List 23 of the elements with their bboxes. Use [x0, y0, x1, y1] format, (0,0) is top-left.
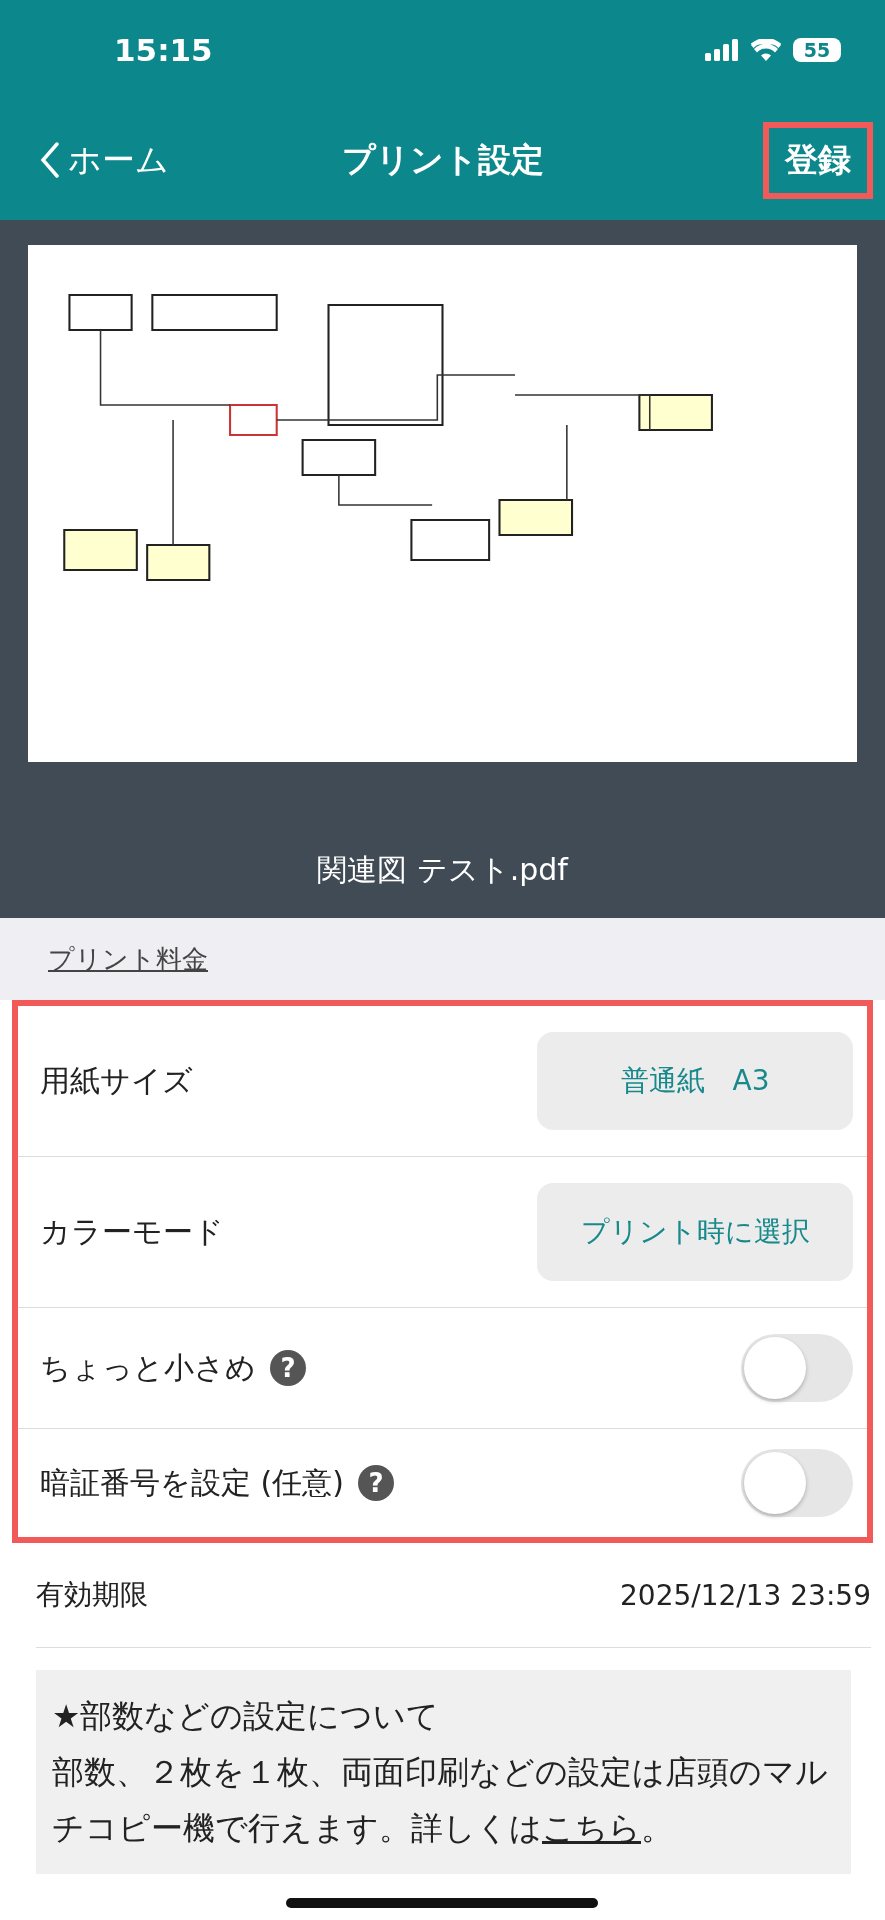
screen-title: プリント設定 [341, 138, 544, 181]
battery-indicator: 55 [793, 38, 841, 62]
print-fee-link[interactable]: プリント料金 [48, 941, 208, 977]
status-time: 15:15 [114, 32, 213, 68]
select-button[interactable]: 普通紙 A3 [537, 1032, 853, 1130]
setting-label: ちょっと小さめ [40, 1348, 256, 1387]
note-title: ★部数などの設定について [52, 1697, 441, 1736]
setting-label: 用紙サイズ [40, 1061, 193, 1100]
signal-icon [705, 39, 739, 61]
select-button[interactable]: プリント時に選択 [537, 1183, 853, 1281]
help-icon[interactable]: ? [270, 1350, 306, 1386]
register-button[interactable]: 登録 [763, 121, 873, 199]
setting-label: 暗証番号を設定 (任意) [40, 1463, 344, 1502]
help-icon[interactable]: ? [357, 1465, 394, 1501]
expiry-value: 2025/12/13 23:59 [620, 1578, 871, 1612]
wifi-icon [751, 39, 781, 61]
note-text: 部数、２枚を１枚、両面印刷などの設定は店頭のマルチコピー機で行えます。詳しくは こちら。 [52, 1753, 829, 1848]
expiry-label: 有効期限 [36, 1577, 148, 1613]
chevron-left-icon [40, 142, 60, 178]
back-button[interactable]: ホーム [40, 137, 169, 183]
details-link[interactable]: こちら [542, 1810, 641, 1846]
setting-label: カラーモード [40, 1212, 224, 1251]
file-name: 関連図 テスト.pdf [317, 851, 568, 889]
